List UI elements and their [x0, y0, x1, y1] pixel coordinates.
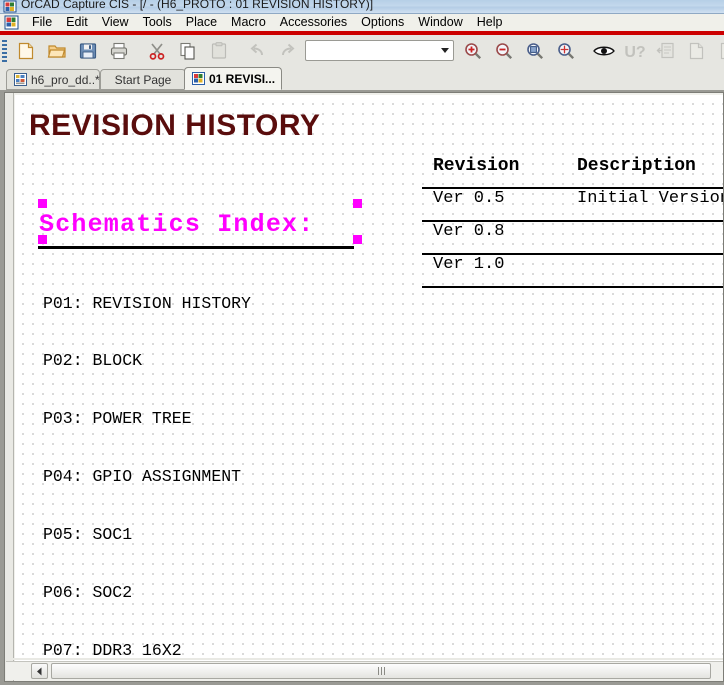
- tab-start-page[interactable]: Start Page: [100, 69, 186, 90]
- design-rules-check-icon[interactable]: [681, 36, 712, 65]
- schematic-page-window: REVISION HISTORY Schematics Index: P01: …: [4, 92, 724, 682]
- paste-icon[interactable]: [203, 36, 234, 65]
- orcad-capture-window: OrCAD Capture CIS - [/ - (H6_PROTO : 01 …: [0, 0, 724, 685]
- toolbar-separator: [134, 40, 141, 62]
- schematics-index-list: P01: REVISION HISTORY P02: BLOCK P03: PO…: [43, 255, 261, 661]
- zoom-out-icon[interactable]: [488, 36, 519, 65]
- cell-revision: Ver 0.5: [433, 189, 505, 208]
- tab-label: 01 REVISI...: [209, 71, 276, 86]
- cell-description: Initial Version: [577, 189, 724, 208]
- list-item: P04: GPIO ASSIGNMENT: [43, 467, 242, 487]
- window-title-bar: OrCAD Capture CIS - [/ - (H6_PROTO : 01 …: [0, 0, 724, 14]
- menu-item-view[interactable]: View: [95, 14, 136, 31]
- new-document-icon[interactable]: [10, 36, 41, 65]
- menu-bar: File Edit View Tools Place Macro Accesso…: [0, 14, 724, 31]
- list-item: P02: BLOCK: [43, 351, 143, 371]
- bill-of-materials-icon[interactable]: [712, 36, 724, 65]
- copy-icon[interactable]: [172, 36, 203, 65]
- document-tab-bar: h6_pro_dd..* Start Page 01 REVISI...: [0, 66, 724, 90]
- zoom-fit-icon[interactable]: [550, 36, 581, 65]
- print-icon[interactable]: [103, 36, 134, 65]
- table-row: Ver 0.8: [422, 218, 723, 251]
- menu-item-window[interactable]: Window: [411, 14, 469, 31]
- column-header-revision: Revision: [433, 156, 520, 176]
- list-item: P06: SOC2: [43, 583, 133, 603]
- selected-text-schematics-index[interactable]: Schematics Index:: [39, 210, 314, 239]
- selection-handle-bottom-right[interactable]: [353, 235, 362, 244]
- orcad-capture-icon: [3, 0, 17, 13]
- toolbar-separator: [234, 40, 241, 62]
- list-item: P03: POWER TREE: [43, 409, 192, 429]
- zoom-area-icon[interactable]: [519, 36, 550, 65]
- revision-table: Revision Description Ver 0.5 Initial Ver…: [422, 155, 724, 288]
- save-disk-icon[interactable]: [72, 36, 103, 65]
- index-underline-rule: [38, 246, 354, 249]
- menu-item-help[interactable]: Help: [470, 14, 510, 31]
- tab-label: h6_pro_dd..*: [31, 72, 100, 87]
- list-item: P01: REVISION HISTORY: [43, 293, 251, 313]
- cut-scissors-icon[interactable]: [141, 36, 172, 65]
- table-header-row: Revision Description: [422, 155, 723, 185]
- main-toolbar: U?: [0, 35, 724, 67]
- window-left-rail: [5, 93, 14, 681]
- schematic-canvas[interactable]: REVISION HISTORY Schematics Index: P01: …: [15, 95, 724, 661]
- svg-text:U?: U?: [624, 44, 645, 61]
- table-row: Ver 1.0: [422, 251, 723, 284]
- scroll-left-arrow-icon[interactable]: [31, 663, 48, 679]
- toolbar-drag-grip[interactable]: [2, 39, 7, 62]
- window-bottom-rail: [5, 658, 723, 660]
- toolbar-separator: [581, 40, 588, 62]
- list-item: P05: SOC1: [43, 525, 133, 545]
- undo-icon[interactable]: [241, 36, 272, 65]
- menu-item-tools[interactable]: Tools: [136, 14, 179, 31]
- cell-revision: Ver 0.8: [433, 222, 505, 241]
- chevron-down-icon[interactable]: [441, 48, 449, 53]
- zoom-in-icon[interactable]: [457, 36, 488, 65]
- menu-item-place[interactable]: Place: [179, 14, 224, 31]
- window-title-text: OrCAD Capture CIS - [/ - (H6_PROTO : 01 …: [21, 0, 374, 11]
- menu-item-options[interactable]: Options: [354, 14, 411, 31]
- scrollbar-grip-icon: [377, 667, 385, 675]
- selection-handle-bottom-left[interactable]: [38, 235, 47, 244]
- cell-revision: Ver 1.0: [433, 255, 505, 274]
- redo-icon[interactable]: [272, 36, 303, 65]
- selection-handle-top-right[interactable]: [353, 199, 362, 208]
- application-menu-icon[interactable]: [4, 15, 19, 30]
- scrollbar-thumb[interactable]: [51, 663, 711, 679]
- open-folder-icon[interactable]: [41, 36, 72, 65]
- menu-item-edit[interactable]: Edit: [59, 14, 95, 31]
- mdi-client-area: REVISION HISTORY Schematics Index: P01: …: [0, 90, 724, 685]
- menu-item-file[interactable]: File: [25, 14, 59, 31]
- menu-item-accessories[interactable]: Accessories: [273, 14, 354, 31]
- column-header-description: Description: [577, 156, 696, 176]
- menu-item-macro[interactable]: Macro: [224, 14, 273, 31]
- tab-project-manager[interactable]: h6_pro_dd..*: [6, 69, 100, 90]
- part-search-combobox[interactable]: [305, 40, 454, 61]
- project-grid-icon: [14, 73, 27, 86]
- schematic-page-icon: [192, 72, 205, 85]
- page-title: REVISION HISTORY: [29, 109, 321, 142]
- selection-handle-top-left[interactable]: [38, 199, 47, 208]
- annotate-u-question-icon[interactable]: U?: [619, 36, 650, 65]
- tab-label: Start Page: [114, 72, 172, 87]
- backannotate-icon[interactable]: [650, 36, 681, 65]
- table-rule: [422, 286, 723, 288]
- eye-visibility-icon[interactable]: [588, 36, 619, 65]
- horizontal-scrollbar[interactable]: [6, 661, 723, 680]
- table-row: Ver 0.5 Initial Version: [422, 185, 724, 218]
- tab-01-revision-history[interactable]: 01 REVISI...: [184, 67, 282, 90]
